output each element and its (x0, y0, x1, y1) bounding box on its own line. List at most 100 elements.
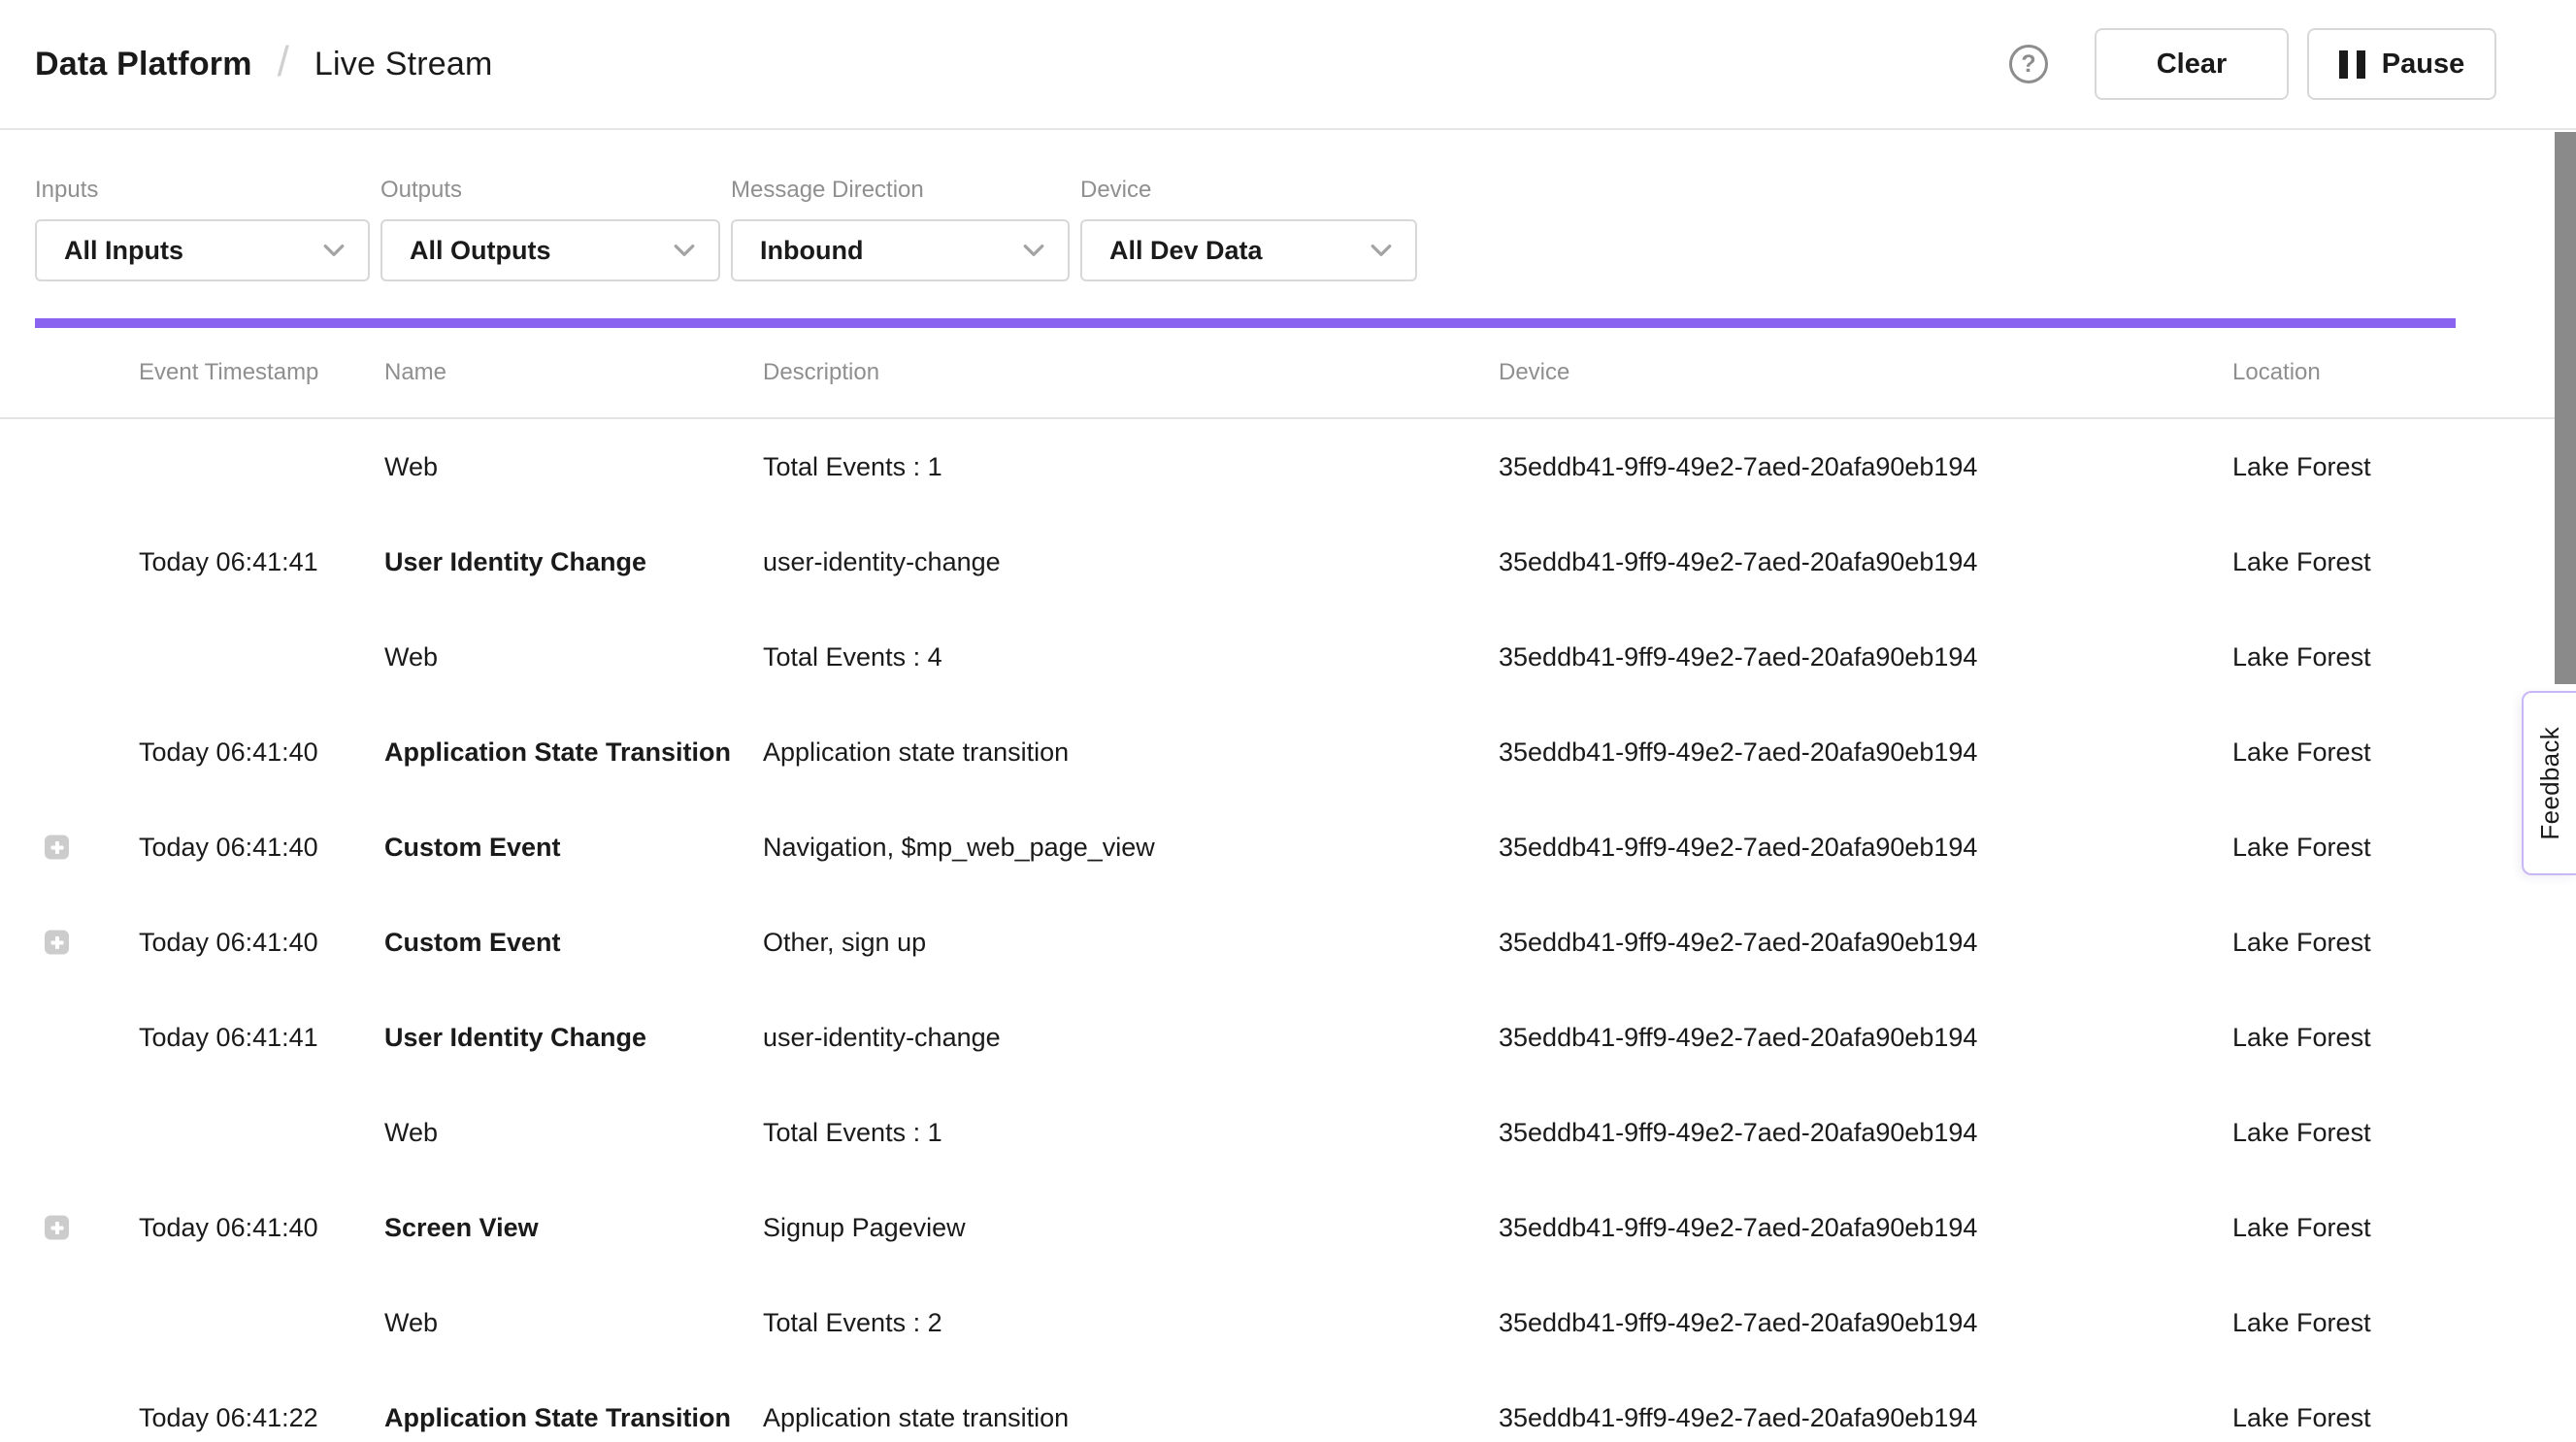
filter-bar: Inputs All Inputs Outputs All Outputs Me… (0, 132, 2576, 318)
event-device-cell: 35eddb41-9ff9-49e2-7aed-20afa90eb194 (1499, 1213, 2232, 1243)
event-timestamp-cell: Today 06:41:40 (139, 928, 384, 958)
chevron-down-icon (1367, 236, 1396, 265)
message-direction-dropdown[interactable]: Inbound (731, 219, 1070, 281)
event-device-cell: 35eddb41-9ff9-49e2-7aed-20afa90eb194 (1499, 737, 2232, 768)
table-row[interactable]: Today 06:41:40 Application State Transit… (0, 705, 2576, 800)
device-dropdown-value: All Dev Data (1109, 236, 1263, 266)
event-name-cell: Screen View (384, 1213, 763, 1243)
event-location-cell: Lake Forest (2232, 1118, 2456, 1148)
table-row[interactable]: Web Total Events : 4 35eddb41-9ff9-49e2-… (0, 609, 2576, 705)
column-header-description: Description (763, 359, 1499, 386)
chevron-down-icon (670, 236, 699, 265)
table-body: Web Total Events : 1 35eddb41-9ff9-49e2-… (0, 419, 2576, 1442)
event-name-cell: Custom Event (384, 928, 763, 958)
vertical-scrollbar-thumb[interactable] (2555, 132, 2576, 684)
breadcrumb-item-live-stream: Live Stream (314, 46, 493, 83)
pause-button-label: Pause (2382, 49, 2464, 81)
accent-divider (35, 318, 2456, 328)
filter-label-message-direction: Message Direction (731, 177, 1070, 204)
event-location-cell: Lake Forest (2232, 737, 2456, 768)
event-name-cell: Web (384, 1118, 763, 1148)
filter-label-inputs: Inputs (35, 177, 370, 204)
event-device-cell: 35eddb41-9ff9-49e2-7aed-20afa90eb194 (1499, 1118, 2232, 1148)
event-timestamp-cell: Today 06:41:40 (139, 1213, 384, 1243)
message-direction-dropdown-value: Inbound (760, 236, 863, 266)
event-device-cell: 35eddb41-9ff9-49e2-7aed-20afa90eb194 (1499, 547, 2232, 577)
column-header-location: Location (2232, 359, 2456, 386)
event-name-cell: Web (384, 642, 763, 672)
table-row[interactable]: Today 06:41:40 Custom Event Other, sign … (0, 895, 2576, 990)
event-location-cell: Lake Forest (2232, 642, 2456, 672)
filter-group-device: Device All Dev Data (1080, 177, 1417, 318)
breadcrumb-item-data-platform[interactable]: Data Platform (35, 46, 252, 83)
table-row[interactable]: Today 06:41:40 Screen View Signup Pagevi… (0, 1180, 2576, 1275)
pause-icon (2339, 50, 2365, 79)
event-timestamp-cell: Today 06:41:40 (139, 737, 384, 768)
filter-label-device: Device (1080, 177, 1417, 204)
device-dropdown[interactable]: All Dev Data (1080, 219, 1417, 281)
event-timestamp-cell: Today 06:41:40 (139, 833, 384, 863)
event-location-cell: Lake Forest (2232, 1308, 2456, 1338)
event-device-cell: 35eddb41-9ff9-49e2-7aed-20afa90eb194 (1499, 928, 2232, 958)
table-row[interactable]: Today 06:41:41 User Identity Change user… (0, 514, 2576, 609)
breadcrumb: Data Platform / Live Stream (35, 40, 493, 88)
event-name-cell: User Identity Change (384, 1023, 763, 1053)
event-name-cell: Custom Event (384, 833, 763, 863)
event-description-cell: Total Events : 2 (763, 1308, 1499, 1338)
filter-group-outputs: Outputs All Outputs (380, 177, 720, 318)
event-description-cell: Application state transition (763, 737, 1499, 768)
help-icon[interactable]: ? (2009, 45, 2048, 83)
event-description-cell: user-identity-change (763, 1023, 1499, 1053)
feedback-tab[interactable]: Feedback (2522, 691, 2576, 875)
column-header-event-timestamp: Event Timestamp (139, 359, 384, 386)
event-description-cell: Total Events : 1 (763, 1118, 1499, 1148)
table-row[interactable]: Today 06:41:41 User Identity Change user… (0, 990, 2576, 1085)
event-description-cell: Other, sign up (763, 928, 1499, 958)
column-header-name: Name (384, 359, 763, 386)
event-device-cell: 35eddb41-9ff9-49e2-7aed-20afa90eb194 (1499, 452, 2232, 482)
chevron-down-icon (1019, 236, 1048, 265)
chevron-down-icon (319, 236, 348, 265)
header-actions: ? Clear Pause (2009, 28, 2496, 100)
event-location-cell: Lake Forest (2232, 928, 2456, 958)
event-description-cell: Signup Pageview (763, 1213, 1499, 1243)
event-device-cell: 35eddb41-9ff9-49e2-7aed-20afa90eb194 (1499, 1403, 2232, 1433)
events-table: Event Timestamp Name Description Device … (0, 328, 2576, 1442)
table-row[interactable]: Web Total Events : 1 35eddb41-9ff9-49e2-… (0, 419, 2576, 514)
event-timestamp-cell: Today 06:41:41 (139, 1023, 384, 1053)
inputs-dropdown[interactable]: All Inputs (35, 219, 370, 281)
inputs-dropdown-value: All Inputs (64, 236, 183, 266)
event-location-cell: Lake Forest (2232, 1023, 2456, 1053)
column-header-device: Device (1499, 359, 2232, 386)
event-name-cell: Web (384, 452, 763, 482)
table-row[interactable]: Today 06:41:40 Custom Event Navigation, … (0, 800, 2576, 895)
filter-group-message-direction: Message Direction Inbound (731, 177, 1070, 318)
table-row[interactable]: Web Total Events : 1 35eddb41-9ff9-49e2-… (0, 1085, 2576, 1180)
event-description-cell: user-identity-change (763, 547, 1499, 577)
event-description-cell: Total Events : 4 (763, 642, 1499, 672)
event-name-cell: Web (384, 1308, 763, 1338)
event-device-cell: 35eddb41-9ff9-49e2-7aed-20afa90eb194 (1499, 833, 2232, 863)
event-location-cell: Lake Forest (2232, 452, 2456, 482)
page-header: Data Platform / Live Stream ? Clear Paus… (0, 0, 2576, 130)
event-location-cell: Lake Forest (2232, 1403, 2456, 1433)
table-row[interactable]: Today 06:41:22 Application State Transit… (0, 1370, 2576, 1442)
event-location-cell: Lake Forest (2232, 833, 2456, 863)
table-row[interactable]: Web Total Events : 2 35eddb41-9ff9-49e2-… (0, 1275, 2576, 1370)
event-device-cell: 35eddb41-9ff9-49e2-7aed-20afa90eb194 (1499, 1023, 2232, 1053)
filter-group-inputs: Inputs All Inputs (35, 177, 370, 318)
event-name-cell: Application State Transition (384, 737, 763, 768)
table-header-row: Event Timestamp Name Description Device … (0, 328, 2576, 419)
filter-label-outputs: Outputs (380, 177, 720, 204)
breadcrumb-separator-icon: / (278, 38, 289, 86)
pause-button[interactable]: Pause (2307, 28, 2496, 100)
event-description-cell: Application state transition (763, 1403, 1499, 1433)
event-location-cell: Lake Forest (2232, 547, 2456, 577)
clear-button[interactable]: Clear (2095, 28, 2289, 100)
event-location-cell: Lake Forest (2232, 1213, 2456, 1243)
feedback-tab-label: Feedback (2535, 727, 2565, 840)
event-device-cell: 35eddb41-9ff9-49e2-7aed-20afa90eb194 (1499, 1308, 2232, 1338)
outputs-dropdown[interactable]: All Outputs (380, 219, 720, 281)
outputs-dropdown-value: All Outputs (410, 236, 550, 266)
event-description-cell: Navigation, $mp_web_page_view (763, 833, 1499, 863)
